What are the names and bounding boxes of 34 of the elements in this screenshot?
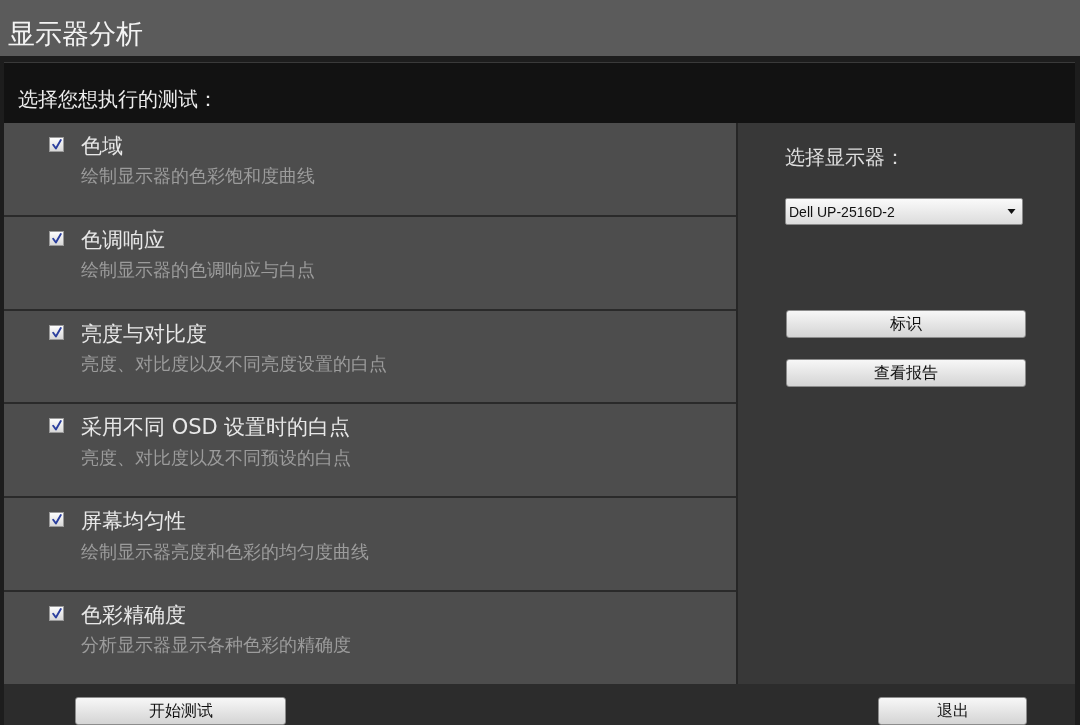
test-description: 亮度、对比度以及不同预设的白点 — [81, 446, 351, 470]
display-dropdown[interactable]: Dell UP-2516D-2 — [785, 198, 1023, 225]
start-test-button[interactable]: 开始测试 — [75, 697, 286, 725]
test-label: 屏幕均匀性 — [81, 508, 187, 535]
checkmark-icon — [51, 326, 62, 338]
checkbox[interactable] — [49, 137, 64, 152]
test-description: 绘制显示器的色彩饱和度曲线 — [81, 165, 315, 188]
checkmark-icon — [51, 608, 62, 620]
checkmark-icon — [51, 420, 62, 432]
test-label: 采用不同 OSD 设置时的白点 — [81, 414, 351, 441]
caret-icon — [1007, 209, 1016, 214]
checkbox[interactable] — [49, 230, 64, 246]
section-heading: 选择您想执行的测试： — [18, 87, 218, 111]
dropdown-value: Dell UP-2516D-2 — [789, 203, 895, 220]
panel-button[interactable]: 标识 — [786, 310, 1026, 338]
panel-button[interactable]: 查看报告 — [786, 359, 1026, 387]
checkbox[interactable] — [49, 606, 64, 622]
test-description: 亮度、对比度以及不同亮度设置的白点 — [81, 352, 387, 376]
test-label: 色域 — [81, 133, 124, 160]
checkmark-icon — [51, 139, 62, 150]
test-label: 亮度与对比度 — [81, 320, 208, 347]
checkbox[interactable] — [49, 512, 64, 528]
checkmark-icon — [51, 514, 62, 526]
test-description: 绘制显示器亮度和色彩的均匀度曲线 — [81, 540, 369, 564]
exit-button[interactable]: 退出 — [878, 697, 1027, 725]
checkbox[interactable] — [49, 418, 64, 434]
test-label: 色彩精确度 — [81, 602, 187, 629]
checkmark-icon — [51, 232, 62, 244]
select-display-label: 选择显示器： — [785, 145, 905, 170]
window-title: 显示器分析 — [8, 17, 143, 51]
test-description: 绘制显示器的色调响应与白点 — [81, 259, 315, 282]
test-description: 分析显示器显示各种色彩的精确度 — [81, 634, 351, 657]
checkbox[interactable] — [49, 324, 64, 340]
test-label: 色调响应 — [81, 226, 166, 254]
